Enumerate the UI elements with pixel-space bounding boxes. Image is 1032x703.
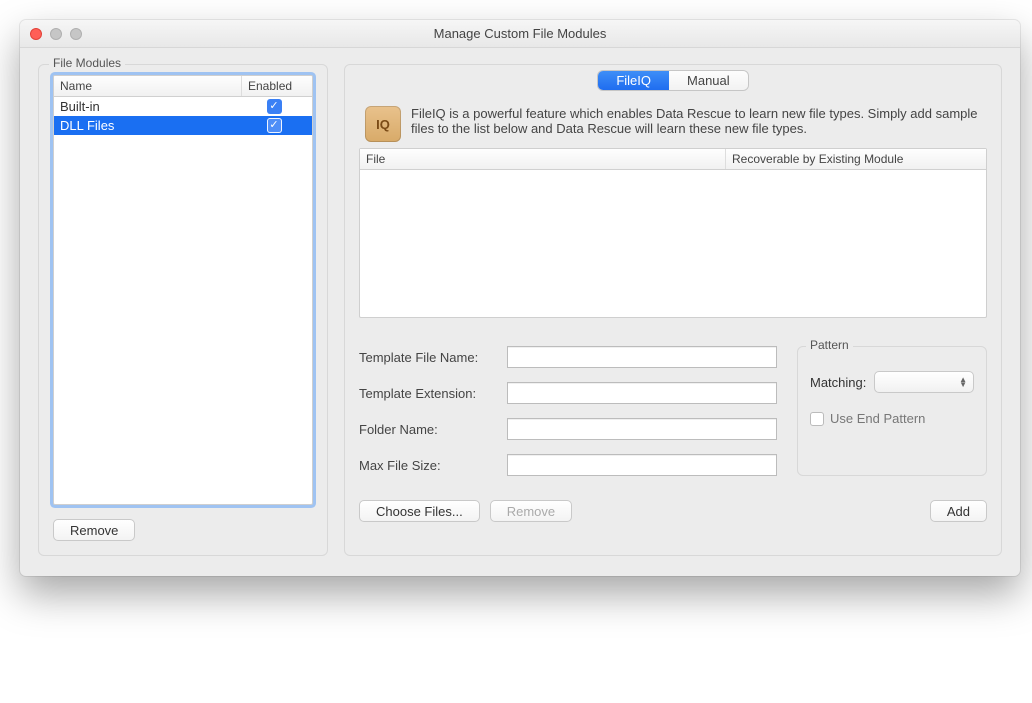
file-modules-group: File Modules Name Enabled Built-in ✓ DLL… <box>38 64 328 556</box>
file-column-header[interactable]: File <box>360 149 726 169</box>
checkbox-checked-icon[interactable]: ✓ <box>267 118 282 133</box>
zoom-icon[interactable] <box>70 28 82 40</box>
choose-files-button[interactable]: Choose Files... <box>359 500 480 522</box>
iq-icon: IQ <box>365 106 401 142</box>
matching-row: Matching: ▲▼ <box>810 371 974 393</box>
row-name: Built-in <box>60 99 242 114</box>
max-file-size-label: Max File Size: <box>359 458 499 473</box>
description-text: FileIQ is a powerful feature which enabl… <box>411 106 981 142</box>
file-table-header: File Recoverable by Existing Module <box>360 149 986 170</box>
remove-file-button[interactable]: Remove <box>490 500 572 522</box>
list-row[interactable]: DLL Files ✓ <box>54 116 312 135</box>
template-file-name-row: Template File Name: <box>359 346 777 368</box>
template-extension-input[interactable] <box>507 382 777 404</box>
row-check[interactable]: ✓ <box>242 118 306 133</box>
use-end-pattern-label: Use End Pattern <box>830 411 925 426</box>
tabs: FileIQ Manual <box>598 71 747 90</box>
matching-select[interactable]: ▲▼ <box>874 371 974 393</box>
max-file-size-input[interactable] <box>507 454 777 476</box>
col-enabled-header[interactable]: Enabled <box>242 76 312 96</box>
bottom-actions: Choose Files... Remove Add <box>359 500 987 522</box>
pattern-group-label: Pattern <box>806 338 853 352</box>
matching-label: Matching: <box>810 375 866 390</box>
add-button[interactable]: Add <box>930 500 987 522</box>
file-modules-list[interactable]: Name Enabled Built-in ✓ DLL Files ✓ <box>53 75 313 505</box>
col-name-header[interactable]: Name <box>54 76 242 96</box>
folder-name-row: Folder Name: <box>359 418 777 440</box>
description-row: IQ FileIQ is a powerful feature which en… <box>359 98 987 148</box>
bottom-left: Choose Files... Remove <box>359 500 572 522</box>
content: File Modules Name Enabled Built-in ✓ DLL… <box>20 48 1020 576</box>
file-table-body <box>360 170 986 317</box>
folder-name-label: Folder Name: <box>359 422 499 437</box>
file-modules-label: File Modules <box>49 56 125 70</box>
checkbox-checked-icon[interactable]: ✓ <box>267 99 282 114</box>
checkbox-unchecked-icon[interactable] <box>810 412 824 426</box>
row-check[interactable]: ✓ <box>242 99 306 114</box>
tab-fileiq[interactable]: FileIQ <box>598 71 669 90</box>
traffic-lights <box>30 28 82 40</box>
row-name: DLL Files <box>60 118 242 133</box>
left-actions: Remove <box>53 519 313 541</box>
file-table[interactable]: File Recoverable by Existing Module <box>359 148 987 318</box>
template-file-name-label: Template File Name: <box>359 350 499 365</box>
pattern-group: Pattern Matching: ▲▼ Use End Pattern <box>797 346 987 476</box>
form-left: Template File Name: Template Extension: … <box>359 346 777 476</box>
remove-module-button[interactable]: Remove <box>53 519 135 541</box>
tab-manual[interactable]: Manual <box>669 71 748 90</box>
template-extension-row: Template Extension: <box>359 382 777 404</box>
chevron-updown-icon: ▲▼ <box>959 377 967 387</box>
form-area: Template File Name: Template Extension: … <box>359 346 987 476</box>
window: Manage Custom File Modules File Modules … <box>20 20 1020 576</box>
list-row[interactable]: Built-in ✓ <box>54 97 312 116</box>
use-end-pattern-row[interactable]: Use End Pattern <box>810 411 974 426</box>
max-file-size-row: Max File Size: <box>359 454 777 476</box>
close-icon[interactable] <box>30 28 42 40</box>
right-panel: FileIQ Manual IQ FileIQ is a powerful fe… <box>344 64 1002 556</box>
recoverable-column-header[interactable]: Recoverable by Existing Module <box>726 149 986 169</box>
minimize-icon[interactable] <box>50 28 62 40</box>
window-title: Manage Custom File Modules <box>20 26 1020 41</box>
template-file-name-input[interactable] <box>507 346 777 368</box>
titlebar: Manage Custom File Modules <box>20 20 1020 48</box>
template-extension-label: Template Extension: <box>359 386 499 401</box>
file-modules-header: Name Enabled <box>54 76 312 97</box>
folder-name-input[interactable] <box>507 418 777 440</box>
